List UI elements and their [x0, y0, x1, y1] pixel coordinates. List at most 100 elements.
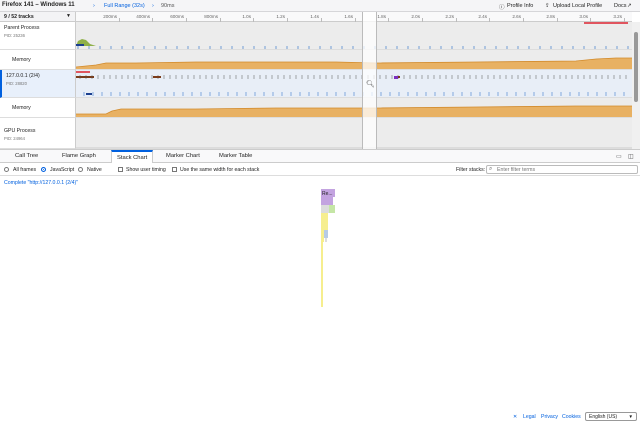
docs-link[interactable]: Docs — [614, 3, 627, 9]
same-width-checkbox[interactable] — [172, 167, 177, 172]
filter-stacks-field[interactable]: ⌕ — [486, 165, 638, 174]
stack-frame[interactable] — [321, 230, 324, 242]
content-activity-graph[interactable] — [76, 70, 632, 98]
tab-flame-graph[interactable]: Flame Graph — [62, 153, 96, 159]
sidebar-panel-icon[interactable]: ◫ — [628, 153, 634, 160]
marker-bar — [584, 22, 628, 24]
time-tick-label: 800ms — [204, 14, 218, 19]
parent-memory-svg — [76, 57, 632, 69]
language-value: English (US) — [589, 414, 618, 420]
marker-bar — [394, 76, 398, 79]
time-ruler: 200ms 400ms 600ms 800ms 1.0s 1.2s 1.4s 1.6s 1.8s… — [76, 12, 632, 22]
stack-frame[interactable] — [325, 238, 327, 242]
stack-frame[interactable] — [324, 230, 328, 238]
stack-chart-svg: Re... — [321, 189, 335, 307]
external-link-icon: ↗ — [627, 3, 632, 9]
stack-frame[interactable] — [321, 205, 329, 213]
language-select[interactable]: English (US) ▼ — [585, 412, 637, 421]
time-tick-label: 2.6s — [512, 14, 521, 19]
time-tick-label: 200ms — [103, 14, 117, 19]
track-127-memory[interactable]: Memory — [0, 98, 76, 118]
stack-frame-label: Re... — [322, 191, 333, 197]
time-tick-label: 600ms — [170, 14, 184, 19]
track-name: Memory — [12, 105, 31, 111]
filter-stacks-label: Filter stacks: — [456, 167, 486, 173]
selection-duration: 90ms — [161, 3, 175, 9]
track-pid: PID: 28820 — [6, 81, 27, 86]
stack-frame[interactable] — [321, 222, 328, 230]
profile-info-button[interactable]: Profile Info — [507, 3, 533, 9]
track-127-selected[interactable]: 127.0.0.1 (2/4) PID: 28820 — [0, 70, 76, 98]
show-user-timing-checkbox[interactable] — [118, 167, 123, 172]
cookies-link[interactable]: Cookies — [562, 414, 581, 420]
all-frames-radio[interactable] — [4, 167, 9, 172]
time-tick-label: 1.0s — [242, 14, 251, 19]
full-range-breadcrumb[interactable]: Full Range (32s) — [104, 3, 145, 9]
timeline-scrollbar-thumb[interactable] — [634, 32, 638, 102]
stack-settings-bar: All frames JavaScript Native Show user t… — [0, 163, 640, 176]
breadcrumb[interactable]: Complete "http://127.0.0.1 (2/4)" — [4, 180, 78, 186]
content-memory-graph[interactable] — [76, 98, 632, 118]
content-memory-svg — [76, 105, 632, 117]
panel-tab-bar: Call Tree Flame Graph Stack Chart Marker… — [0, 149, 640, 163]
zoom-icon[interactable]: 🔍︎ — [366, 80, 375, 88]
tab-call-tree[interactable]: Call Tree — [15, 153, 38, 159]
stack-frame[interactable] — [321, 242, 323, 307]
track-parent-process[interactable]: Parent Process PID: 25236 — [0, 22, 76, 50]
time-tick-label: 1.4s — [310, 14, 319, 19]
track-count: 9 / 52 tracks — [4, 14, 34, 20]
parent-activity-graph[interactable] — [76, 22, 632, 50]
chevron-down-icon: ▼ — [66, 13, 71, 19]
gpu-activity-svg — [76, 147, 632, 148]
info-icon: ⓘ — [499, 5, 505, 11]
javascript-radio[interactable] — [41, 167, 46, 172]
track-name: Parent Process — [4, 25, 40, 31]
chevron-right-icon: › — [152, 3, 154, 9]
tab-stack-chart[interactable]: Stack Chart — [111, 150, 154, 163]
native-label[interactable]: Native — [87, 167, 102, 173]
gpu-activity-graph[interactable] — [76, 118, 632, 149]
stack-frame[interactable] — [321, 197, 333, 205]
tracks-menu-button[interactable]: 9 / 52 tracks ▼ — [0, 12, 76, 22]
track-pid: PID: 25236 — [4, 33, 25, 38]
track-pid: PID: 24964 — [4, 136, 25, 141]
time-tick-label: 1.8s — [377, 14, 386, 19]
track-name: GPU Process — [4, 128, 36, 134]
time-tick-label: 1.6s — [344, 14, 353, 19]
time-tick-label: 1.2s — [276, 14, 285, 19]
time-tick-label: 2.0s — [411, 14, 420, 19]
tab-marker-table[interactable]: Marker Table — [219, 153, 252, 159]
close-icon[interactable]: ✕ — [513, 414, 517, 420]
all-frames-label[interactable]: All frames — [13, 167, 36, 173]
parent-memory-graph[interactable] — [76, 50, 632, 70]
time-tick-label: 400ms — [136, 14, 150, 19]
javascript-label[interactable]: JavaScript — [50, 167, 74, 173]
chevron-right-icon: › — [93, 3, 95, 9]
marker-bar — [76, 76, 94, 78]
profile-title[interactable]: Firefox 141 – Windows 11 — [2, 2, 75, 8]
timeline: 9 / 52 tracks ▼ 200ms 400ms 600ms 800ms 1.0s… — [0, 12, 640, 149]
track-name: 127.0.0.1 (2/4) — [6, 73, 40, 79]
filter-stacks-input[interactable] — [497, 166, 635, 173]
privacy-link[interactable]: Privacy — [541, 414, 558, 420]
legal-link[interactable]: Legal — [523, 414, 536, 420]
stack-chart-area[interactable]: Re... — [0, 187, 640, 412]
content-activity-svg — [76, 71, 627, 96]
show-user-timing-label[interactable]: Show user timing — [126, 167, 166, 173]
tab-marker-chart[interactable]: Marker Chart — [166, 153, 200, 159]
upload-local-profile-button[interactable]: Upload Local Profile — [553, 3, 602, 9]
search-icon: ⌕ — [489, 166, 493, 172]
parent-activity-svg — [76, 22, 629, 49]
same-width-label[interactable]: Use the same width for each stack — [180, 167, 259, 173]
marker-bar — [86, 93, 92, 95]
stack-frame[interactable] — [329, 205, 335, 213]
track-name: Memory — [12, 57, 31, 63]
cpu-activity — [76, 44, 84, 46]
time-tick-label: 3.0s — [579, 14, 588, 19]
track-parent-memory[interactable]: Memory — [0, 50, 76, 70]
stack-frame[interactable] — [321, 213, 328, 222]
sidebar-toggle-icon[interactable]: ▭ — [616, 153, 622, 160]
track-gpu-process[interactable]: GPU Process PID: 24964 — [0, 118, 76, 149]
native-radio[interactable] — [78, 167, 83, 172]
upload-icon: ⇪ — [545, 3, 550, 9]
